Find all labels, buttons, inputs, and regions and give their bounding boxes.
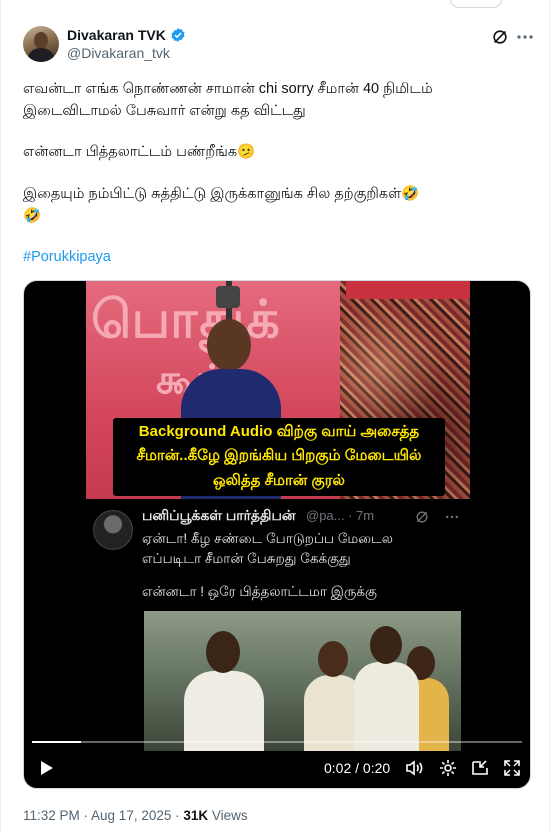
inner-handle-time: @pa... · 7m [306,508,375,523]
inner-text-line: என்னடா ! ஒரே பித்தலாட்டமா இருக்கு [142,584,377,599]
tweet-text-line: 🤣 [23,208,42,224]
video-caption: Background Audio விற்கு வாய் அசைத்த சீமா… [113,418,445,496]
tweet-text-line: இதையும் நம்பிட்டு சுத்திட்டு இருக்கானுங்… [23,186,420,202]
volume-icon[interactable] [404,758,424,778]
grok-icon [416,511,428,523]
timestamp-link[interactable]: 11:32 PM · Aug 17, 2025 [23,808,171,823]
video-player[interactable]: பொதுக் கூட்ட Background Audio விற்கு வாய… [23,280,531,789]
fullscreen-icon[interactable] [502,758,522,778]
more-icon[interactable] [515,28,535,46]
inner-text-line: ஏன்டா! கீழ சண்டை போடுறப்ப மேடைல [142,531,394,546]
play-icon[interactable] [36,758,56,778]
caption-line: Background Audio விற்கு வாய் அசைத்த [138,423,420,440]
more-icon [446,515,458,519]
avatar[interactable] [23,26,59,62]
author-name[interactable]: Divakaran TVK [67,27,166,43]
caption-line: ஒலித்த சீமான் குரல் [213,472,345,489]
grok-icon[interactable] [491,28,509,46]
hashtag-link[interactable]: #Porukkipaya [23,249,111,265]
author-row: Divakaran TVK [67,27,186,43]
tweet-text-line: என்னடா பித்தலாட்டம் பண்றீங்க🫤 [23,144,256,160]
inner-author-name: பனிப்பூக்கள் பார்த்திபன் [142,507,296,523]
tweet: Divakaran TVK @Divakaran_tvk எவன்டா எங்க… [0,0,550,833]
inner-text-line: எப்படிடா சீமான் பேசுறது கேக்குது [142,551,351,566]
author-handle[interactable]: @Divakaran_tvk [67,45,170,61]
video-progress-bar[interactable] [32,741,522,743]
inner-video-frame [144,611,461,751]
verified-badge-icon [171,28,185,42]
meta-separator: · [171,808,184,823]
video-progress-fill [32,741,81,743]
views-count: 31K [183,808,209,823]
gear-icon[interactable] [438,758,458,778]
inner-avatar [93,510,133,550]
tweet-text-line: இடைவிடாமல் பேசுவார் என்று கத விட்டது [23,103,306,119]
picture-in-picture-icon[interactable] [470,758,490,778]
video-time: 0:02 / 0:20 [324,760,391,776]
tweet-meta: 11:32 PM · Aug 17, 2025 · 31K Views [23,808,248,823]
caption-line: சீமான்..கீழே இறங்கிய பிறகும் மேடையில் [136,447,422,464]
views-label: Views [208,808,248,823]
tweet-text-line: எவன்டா எங்க நொண்ணன் சாமான் chi sorry சீம… [23,81,433,97]
